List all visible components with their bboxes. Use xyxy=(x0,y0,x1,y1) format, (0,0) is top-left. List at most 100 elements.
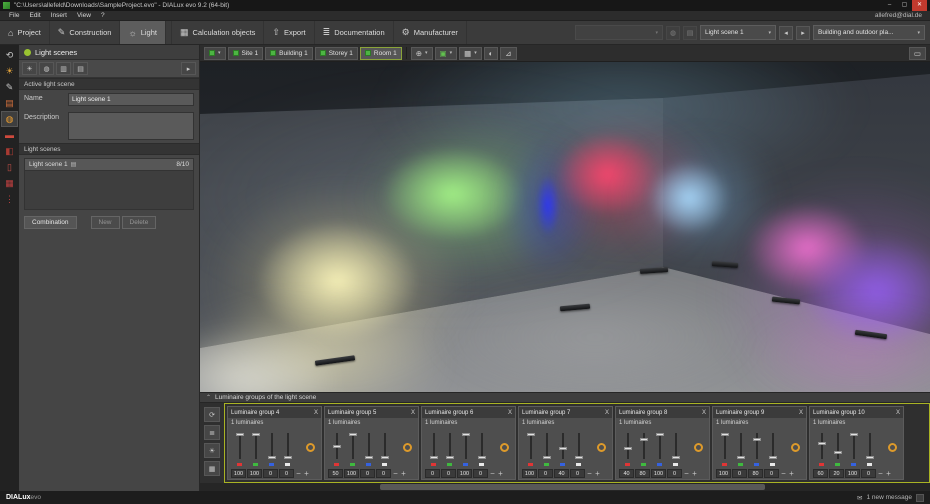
luminaires-icon[interactable]: ◍ xyxy=(2,112,17,126)
blue-channel-slider[interactable] xyxy=(652,431,668,467)
close-icon[interactable]: X xyxy=(314,410,318,416)
scene-filter-icon[interactable]: ◍ xyxy=(666,26,680,40)
minimize-button[interactable]: – xyxy=(882,0,897,11)
slider-knob[interactable] xyxy=(672,456,680,459)
slider-knob[interactable] xyxy=(834,451,842,454)
slider-knob[interactable] xyxy=(462,433,470,436)
slider-knob[interactable] xyxy=(381,456,389,459)
red-channel-slider[interactable] xyxy=(717,431,733,467)
inactive-dropdown[interactable]: ▾ xyxy=(575,25,663,40)
brightness-icon[interactable]: ☀ xyxy=(204,443,220,458)
daylight-scene-icon[interactable]: ☀ xyxy=(22,62,37,75)
scene-chart-icon[interactable]: ▥ xyxy=(56,62,71,75)
scene-table-icon[interactable]: ▤ xyxy=(73,62,88,75)
slider-knob[interactable] xyxy=(284,456,292,459)
light-scene-icon[interactable]: ◍ xyxy=(39,62,54,75)
close-icon[interactable]: X xyxy=(605,410,609,416)
blue-value[interactable]: 80 xyxy=(748,469,763,478)
blue-value[interactable]: 100 xyxy=(845,469,860,478)
luminaire-group-header[interactable]: Luminaire group 4 X xyxy=(228,407,321,418)
red-value[interactable]: 100 xyxy=(231,469,246,478)
green-value[interactable]: 0 xyxy=(732,469,747,478)
menu-help[interactable]: ? xyxy=(96,12,110,19)
close-icon[interactable]: X xyxy=(508,410,512,416)
slider-knob[interactable] xyxy=(640,438,648,441)
scene-description-input[interactable] xyxy=(68,112,194,140)
blue-value[interactable]: 0 xyxy=(360,469,375,478)
white-value[interactable]: 0 xyxy=(764,469,779,478)
red-channel-slider[interactable] xyxy=(523,431,539,467)
red-channel-slider[interactable] xyxy=(329,431,345,467)
increase-icon[interactable]: + xyxy=(497,469,504,478)
decrease-icon[interactable]: − xyxy=(295,469,302,478)
increase-icon[interactable]: + xyxy=(788,469,795,478)
increase-icon[interactable]: + xyxy=(885,469,892,478)
slider-knob[interactable] xyxy=(527,433,535,436)
history-icon[interactable]: ⟲ xyxy=(2,48,17,62)
white-channel-slider[interactable] xyxy=(765,431,781,467)
white-value[interactable]: 0 xyxy=(667,469,682,478)
breadcrumb-storey[interactable]: Storey 1 xyxy=(315,47,358,60)
slider-knob[interactable] xyxy=(446,456,454,459)
slider-knob[interactable] xyxy=(850,433,858,436)
refresh-icon[interactable]: ⟳ xyxy=(204,407,220,422)
structure-icon[interactable]: ◧ xyxy=(2,144,17,158)
increase-icon[interactable]: + xyxy=(400,469,407,478)
blue-channel-slider[interactable] xyxy=(749,431,765,467)
red-value[interactable]: 40 xyxy=(619,469,634,478)
blue-value[interactable]: 100 xyxy=(651,469,666,478)
slider-knob[interactable] xyxy=(478,456,486,459)
white-value[interactable]: 0 xyxy=(861,469,876,478)
green-channel-slider[interactable] xyxy=(830,431,846,467)
slider-knob[interactable] xyxy=(543,456,551,459)
menu-edit[interactable]: Edit xyxy=(24,12,45,19)
decrease-icon[interactable]: − xyxy=(392,469,399,478)
slider-knob[interactable] xyxy=(349,433,357,436)
orbit-navigation-button[interactable]: ⊕▾ xyxy=(411,47,433,60)
green-value[interactable]: 100 xyxy=(247,469,262,478)
close-icon[interactable]: X xyxy=(411,410,415,416)
white-channel-slider[interactable] xyxy=(668,431,684,467)
menu-view[interactable]: View xyxy=(72,12,96,19)
slider-knob[interactable] xyxy=(559,447,567,450)
slider-knob[interactable] xyxy=(866,456,874,459)
white-channel-slider[interactable] xyxy=(377,431,393,467)
slider-knob[interactable] xyxy=(624,447,632,450)
decrease-icon[interactable]: − xyxy=(586,469,593,478)
white-channel-slider[interactable] xyxy=(474,431,490,467)
luminaire-group-header[interactable]: Luminaire group 5 X xyxy=(325,407,418,418)
new-scene-button[interactable]: New xyxy=(91,216,120,229)
tab-export[interactable]: ⇧Export xyxy=(264,21,314,44)
collapse-icon[interactable]: ⌃ xyxy=(206,394,211,401)
close-icon[interactable]: X xyxy=(799,410,803,416)
slider-knob[interactable] xyxy=(236,433,244,436)
close-icon[interactable]: X xyxy=(896,410,900,416)
tab-manufacturer[interactable]: ⚙Manufacturer xyxy=(394,21,467,44)
tab-construction[interactable]: ✎Construction xyxy=(50,21,121,44)
scene-name-input[interactable] xyxy=(68,93,194,106)
white-value[interactable]: 0 xyxy=(279,469,294,478)
scrollbar-thumb[interactable] xyxy=(380,484,765,490)
red-value[interactable]: 50 xyxy=(328,469,343,478)
render-canvas[interactable] xyxy=(200,62,930,392)
green-channel-slider[interactable] xyxy=(345,431,361,467)
slider-knob[interactable] xyxy=(656,433,664,436)
green-channel-slider[interactable] xyxy=(636,431,652,467)
green-channel-slider[interactable] xyxy=(442,431,458,467)
slider-knob[interactable] xyxy=(721,433,729,436)
notification-icon[interactable] xyxy=(916,494,924,502)
menu-insert[interactable]: Insert xyxy=(46,12,72,19)
red-value[interactable]: 0 xyxy=(425,469,440,478)
tab-documentation[interactable]: ≣Documentation xyxy=(315,21,394,44)
slider-knob[interactable] xyxy=(818,442,826,445)
display-monitor-button[interactable]: ▭ xyxy=(909,47,926,60)
slider-knob[interactable] xyxy=(575,456,583,459)
delete-scene-button[interactable]: Delete xyxy=(122,216,157,229)
white-channel-slider[interactable] xyxy=(862,431,878,467)
decrease-icon[interactable]: − xyxy=(489,469,496,478)
luminaire-group-header[interactable]: Luminaire group 6 X xyxy=(422,407,515,418)
horizontal-scrollbar[interactable] xyxy=(200,483,930,491)
white-value[interactable]: 0 xyxy=(376,469,391,478)
blue-channel-slider[interactable] xyxy=(264,431,280,467)
red-channel-slider[interactable] xyxy=(232,431,248,467)
